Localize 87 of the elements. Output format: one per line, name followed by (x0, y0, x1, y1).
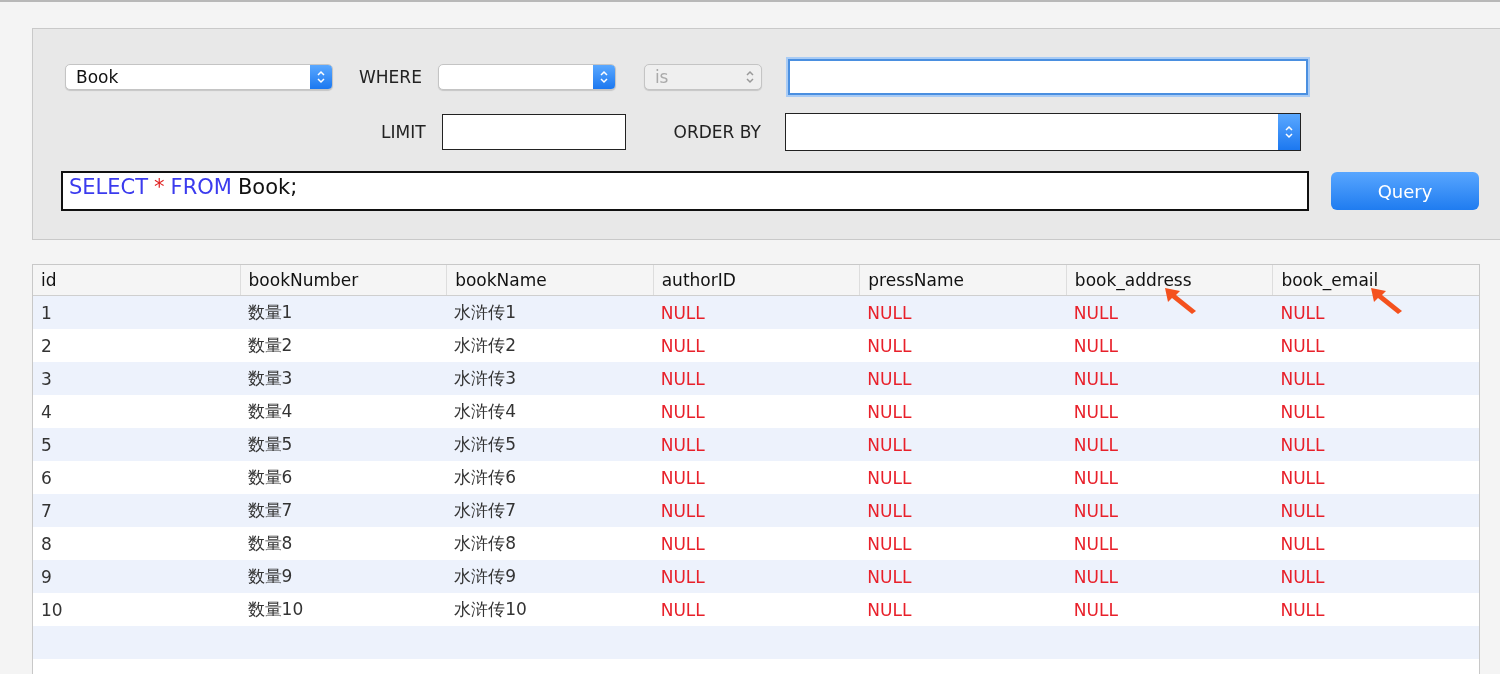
stepper-icon (592, 65, 615, 89)
table-cell-text: NULL (866, 302, 913, 323)
column-header[interactable]: pressName (859, 265, 1066, 295)
table-cell-text: NULL (1072, 368, 1119, 389)
column-header[interactable]: bookNumber (239, 265, 447, 295)
table-cell-text: NULL (659, 500, 706, 521)
table-cell-text: NULL (659, 401, 706, 422)
table-cell-text: NULL (866, 368, 913, 389)
table-cell-text: NULL (1279, 401, 1326, 422)
table-cell-text: NULL (866, 500, 913, 521)
table-cell-text: 4 (40, 401, 53, 422)
table-cell-text: 数量3 (246, 367, 294, 390)
table-cell-text: NULL (1072, 434, 1119, 455)
table-cell-text: 5 (40, 434, 53, 455)
table-cell-text: NULL (1072, 566, 1119, 587)
table-cell-text: NULL (1279, 335, 1326, 356)
sql-editor[interactable]: SELECT * FROM Book; (61, 171, 1309, 211)
table-cell-text: NULL (866, 533, 913, 554)
table-cell-text: 水浒传8 (453, 532, 517, 555)
table-cell-text: 9 (40, 566, 53, 587)
table-cell-text: NULL (866, 467, 913, 488)
order-by-label: ORDER BY (673, 122, 761, 142)
table-cell-text: 8 (40, 533, 53, 554)
table-cell-text: 水浒传2 (453, 334, 517, 357)
table-cell-text: 水浒传10 (453, 598, 528, 621)
table-cell-text: 1 (40, 302, 53, 323)
table-cell-text: NULL (1279, 368, 1326, 389)
table-cell-text: NULL (1279, 599, 1326, 620)
stepper-icon (1277, 114, 1300, 150)
table-cell-text: 数量5 (246, 433, 294, 456)
table-cell-text: NULL (1072, 533, 1119, 554)
table-cell-text: 数量10 (246, 598, 305, 621)
table-cell-text: 数量4 (246, 400, 294, 423)
table-cell-text: NULL (659, 467, 706, 488)
value-input[interactable] (787, 59, 1308, 95)
table-cell-text: NULL (1072, 401, 1119, 422)
table-cell-text: NULL (1072, 335, 1119, 356)
table-cell-text: NULL (1279, 500, 1326, 521)
table-cell-text: 水浒传4 (453, 400, 517, 423)
table-cell-text: NULL (659, 434, 706, 455)
column-header[interactable]: authorID (652, 265, 860, 295)
table-cell-text: NULL (1072, 467, 1119, 488)
table-cell-text: 水浒传5 (453, 433, 517, 456)
column-header[interactable]: id (33, 265, 240, 295)
table-cell-text: NULL (866, 434, 913, 455)
table-cell-text: 数量8 (246, 532, 294, 555)
table-cell-text: NULL (1279, 434, 1326, 455)
table-cell-text: 数量6 (246, 466, 294, 489)
table-cell-text: 10 (40, 599, 64, 620)
table-cell-text: NULL (659, 599, 706, 620)
table-cell-text: NULL (659, 335, 706, 356)
table-cell-text: NULL (866, 599, 913, 620)
table-cell-text: NULL (866, 335, 913, 356)
table-cell-text: NULL (659, 566, 706, 587)
table-select[interactable]: Book (65, 64, 333, 90)
table-cell-text: 6 (40, 467, 53, 488)
column-header[interactable]: bookName (446, 265, 653, 295)
table-cell-text: 数量7 (246, 499, 294, 522)
table-cell-text: NULL (1279, 566, 1326, 587)
stepper-icon (310, 65, 332, 89)
table-cell-text: 水浒传1 (453, 301, 517, 324)
table-cell-text: 数量1 (246, 301, 294, 324)
table-cell-text: NULL (1279, 302, 1326, 323)
table-cell-text: 水浒传6 (453, 466, 517, 489)
table-cell-text: NULL (866, 566, 913, 587)
table-cell-text: 3 (40, 368, 53, 389)
table-cell-text: 水浒传3 (453, 367, 517, 390)
table-cell-text: NULL (866, 401, 913, 422)
table-cell-text: 水浒传7 (453, 499, 517, 522)
table-cell-text: NULL (1072, 500, 1119, 521)
table-cell-text: NULL (1279, 467, 1326, 488)
limit-input[interactable] (441, 114, 626, 150)
table-cell-text: NULL (1072, 599, 1119, 620)
table-cell-text: NULL (659, 533, 706, 554)
limit-label: LIMIT (381, 122, 426, 142)
table-cell-text: 7 (40, 500, 53, 521)
where-field-select[interactable] (437, 64, 616, 90)
table-cell-text: 水浒传9 (453, 565, 517, 588)
table-cell-text: NULL (659, 302, 706, 323)
table-cell-text: NULL (1279, 533, 1326, 554)
table-cell-text: 2 (40, 335, 53, 356)
table-cell-text: NULL (1072, 302, 1119, 323)
table-cell-text: NULL (659, 368, 706, 389)
table-cell-text: 数量2 (246, 334, 294, 357)
table-cell-text: 数量9 (246, 565, 294, 588)
where-label: WHERE (359, 67, 422, 87)
order-by-select[interactable] (784, 113, 1301, 151)
